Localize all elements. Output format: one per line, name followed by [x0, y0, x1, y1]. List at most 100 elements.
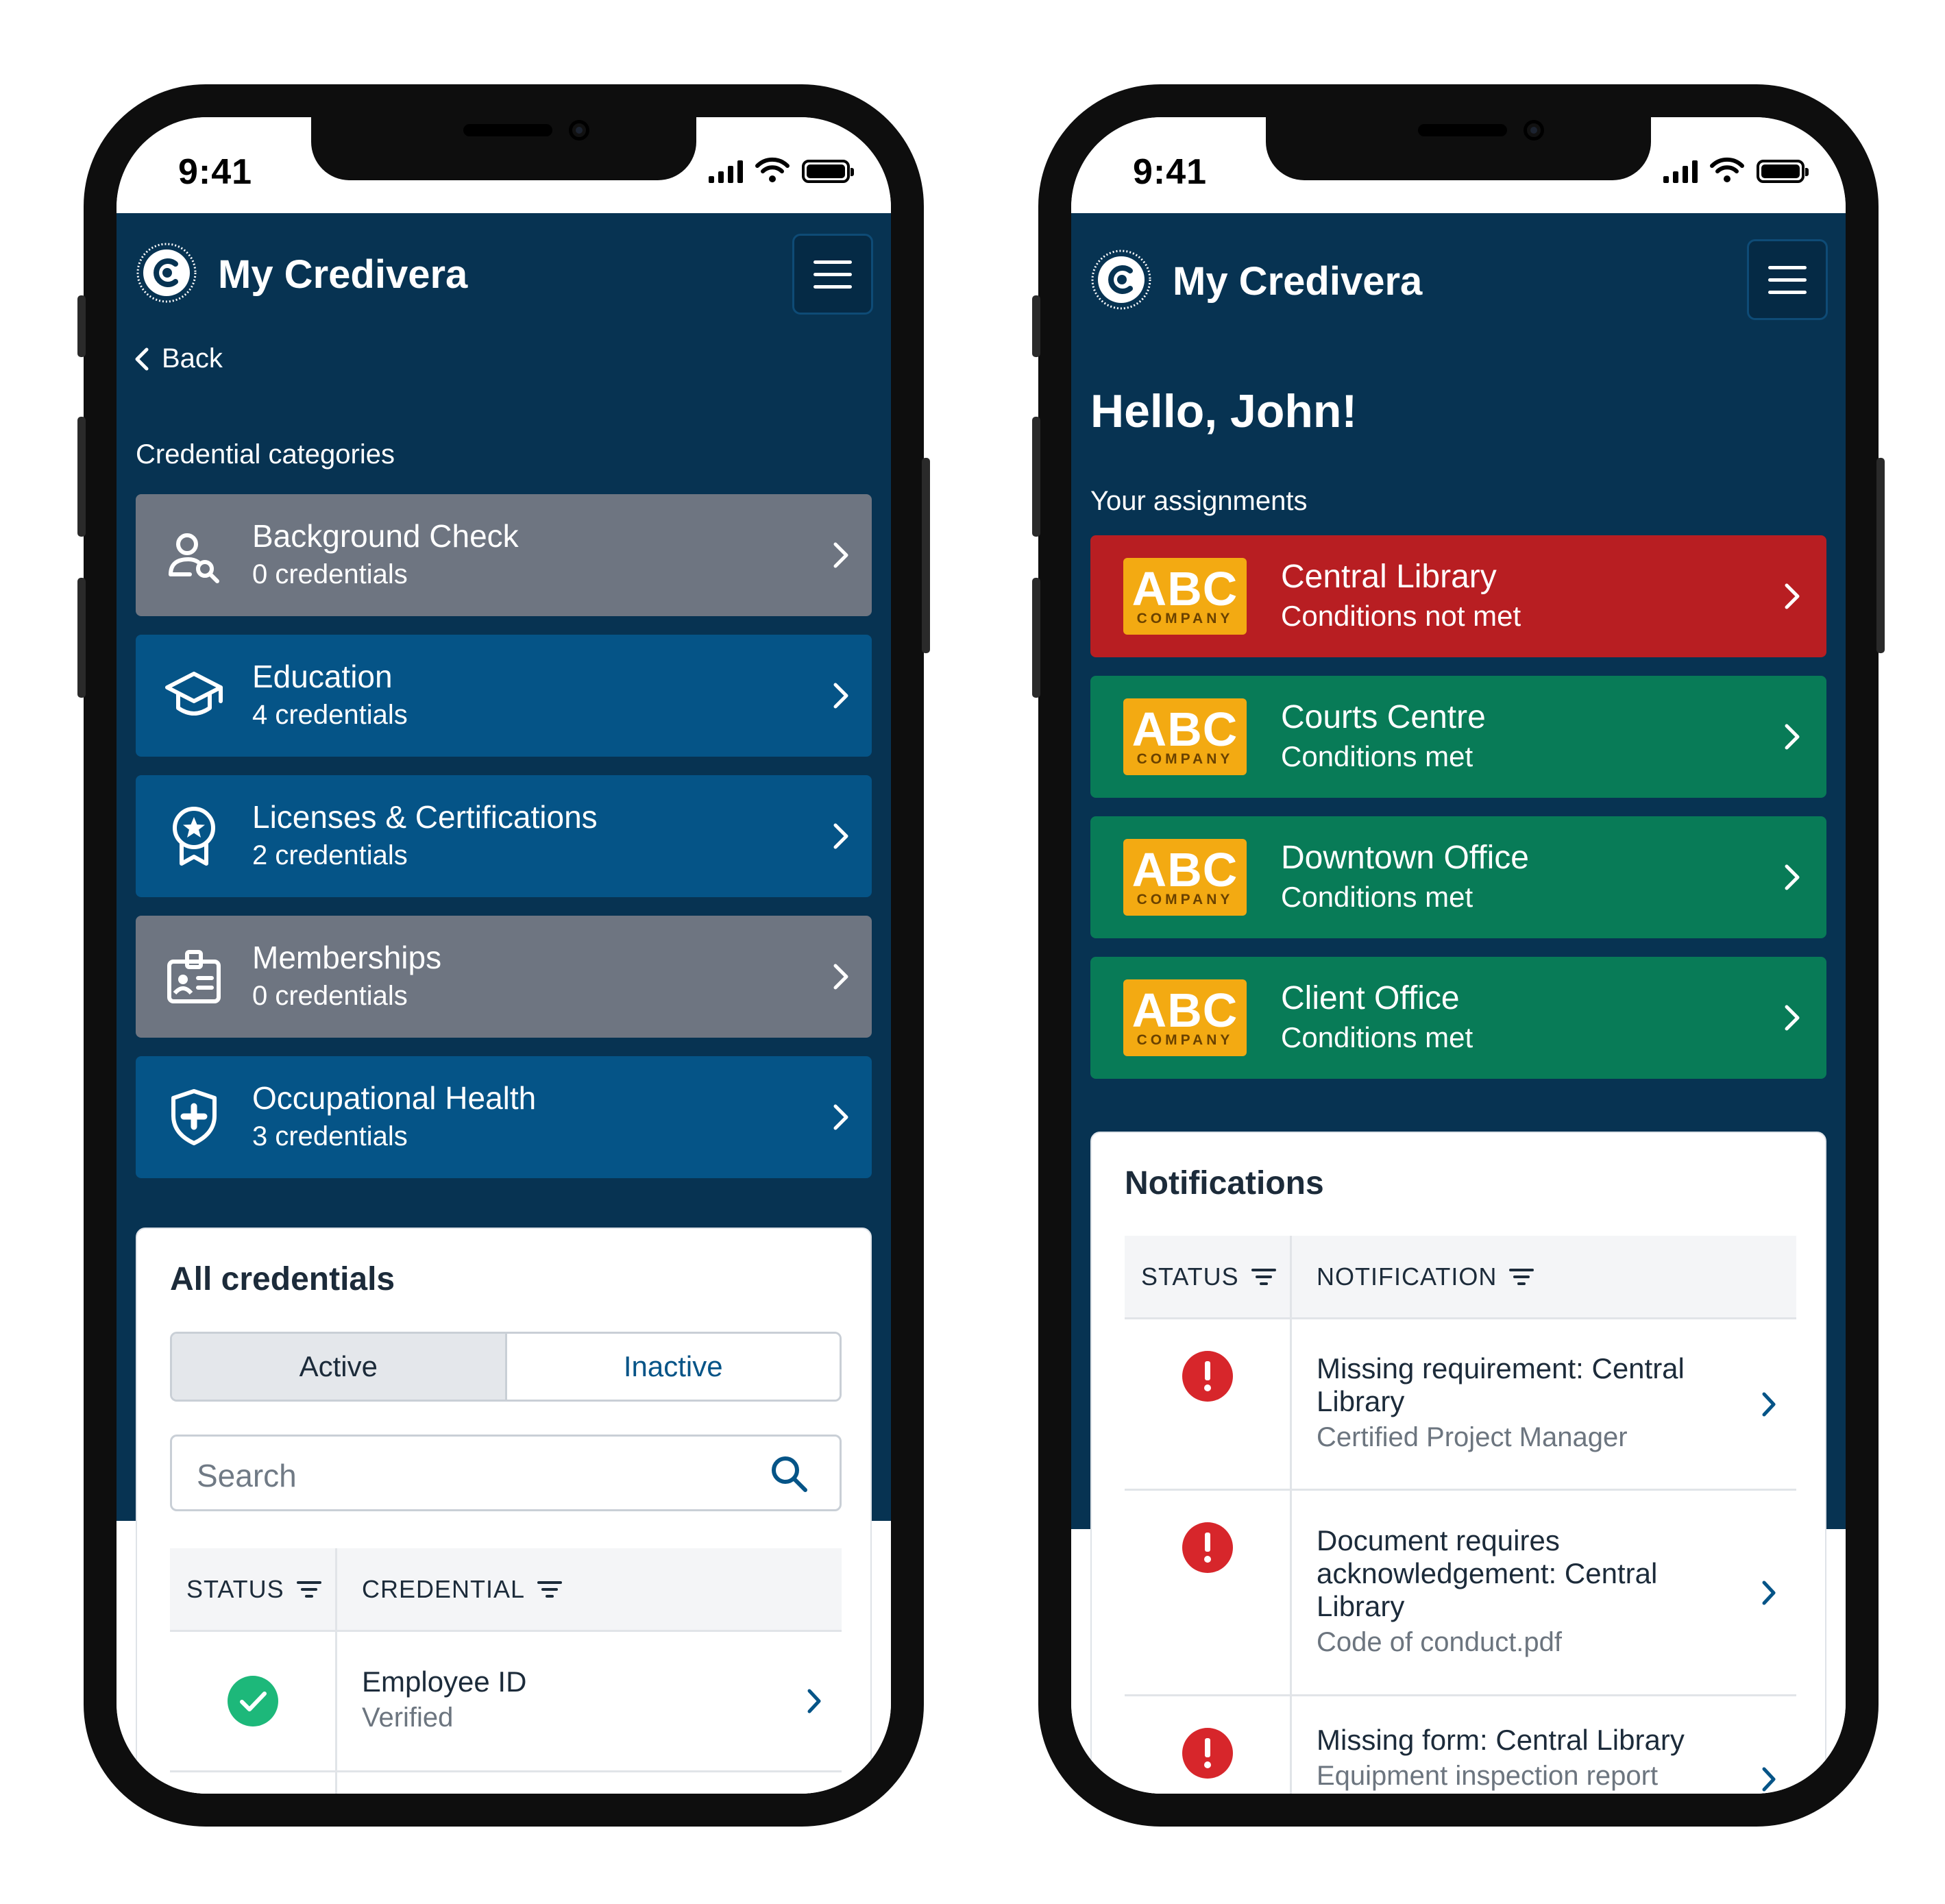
phone-frame-right: 9:41 My Credivera Hello, John! Your assi…	[1032, 84, 1885, 1827]
check-circle-icon	[227, 1676, 278, 1726]
back-button[interactable]: Back	[133, 343, 223, 374]
wifi-icon	[755, 157, 790, 182]
error-alert-icon	[1182, 1728, 1233, 1779]
chevron-right-icon	[833, 964, 848, 990]
wifi-icon	[1710, 157, 1744, 182]
row-detail: Certified Project Manager	[1317, 1421, 1628, 1452]
category-memberships[interactable]: Memberships 0 credentials	[136, 916, 872, 1038]
abc-company-logo: ABC COMPANY	[1123, 839, 1247, 916]
volume-up-button	[1032, 417, 1040, 537]
assignment-status: Conditions met	[1281, 881, 1473, 913]
status-time: 9:41	[178, 152, 253, 192]
abc-company-logo: ABC COMPANY	[1123, 698, 1247, 775]
category-background-check[interactable]: Background Check 0 credentials	[136, 494, 872, 616]
credivera-logo-icon[interactable]	[1090, 249, 1152, 310]
screen-right: 9:41 My Credivera Hello, John! Your assi…	[1071, 117, 1846, 1794]
screen-left: 9:41 My Credivera Back Credential catego…	[117, 117, 891, 1794]
chevron-right-icon	[1785, 583, 1800, 609]
battery-icon	[1757, 160, 1809, 183]
status-column-header[interactable]: STATUS	[170, 1548, 337, 1630]
assignment-status: Conditions met	[1281, 1021, 1473, 1053]
app-content: My Credivera Back Credential categories …	[117, 213, 891, 1794]
notification-column-header[interactable]: NOTIFICATION	[1292, 1236, 1534, 1317]
status-column-header[interactable]: STATUS	[1125, 1236, 1292, 1317]
hamburger-menu-button[interactable]	[1747, 239, 1828, 320]
error-alert-icon	[1182, 1522, 1233, 1573]
category-name: Occupational Health	[252, 1080, 537, 1116]
category-count: 0 credentials	[252, 981, 408, 1011]
assignment-status: Conditions not met	[1281, 600, 1521, 632]
category-count: 3 credentials	[252, 1121, 408, 1151]
category-name: Memberships	[252, 940, 442, 975]
chevron-right-icon	[1785, 1005, 1800, 1031]
table-row[interactable]: Employee ID Verified	[170, 1632, 842, 1772]
table-row[interactable]: Missing requirement: Central Library Cert…	[1125, 1319, 1796, 1491]
health-shield-icon	[171, 1089, 217, 1145]
search-icon[interactable]	[770, 1454, 809, 1494]
tab-active[interactable]: Active	[172, 1334, 507, 1400]
row-title: Employee ID	[362, 1665, 527, 1698]
graduation-cap-icon	[165, 672, 223, 716]
chevron-left-icon	[135, 347, 149, 370]
filter-icon[interactable]	[537, 1580, 563, 1598]
section-label: Your assignments	[1090, 486, 1308, 516]
category-name: Education	[252, 659, 393, 694]
filter-icon[interactable]	[1251, 1268, 1276, 1285]
row-title: Missing requirement: Central Library	[1317, 1352, 1685, 1417]
all-credentials-card: All credentials Active Inactive Search S…	[136, 1228, 872, 1794]
app-bar: My Credivera	[117, 213, 891, 337]
category-licenses-certifications[interactable]: Licenses & Certifications 2 credentials	[136, 775, 872, 897]
assignment-client-office[interactable]: ABC COMPANY Client Office Conditions met	[1090, 957, 1826, 1079]
chevron-right-icon	[833, 683, 848, 709]
table-row[interactable]	[170, 1772, 842, 1794]
chevron-right-icon	[1762, 1767, 1776, 1792]
power-button	[922, 458, 930, 653]
filter-icon[interactable]	[296, 1580, 321, 1598]
table-row[interactable]: Document requires acknowledgement: Centr…	[1125, 1491, 1796, 1696]
assignment-downtown-office[interactable]: ABC COMPANY Downtown Office Conditions met	[1090, 816, 1826, 938]
category-count: 2 credentials	[252, 840, 408, 870]
assignment-name: Client Office	[1281, 980, 1460, 1016]
assignment-status: Conditions met	[1281, 740, 1473, 772]
status-time: 9:41	[1133, 152, 1208, 192]
status-toggle: Active Inactive	[170, 1332, 842, 1402]
assignment-name: Downtown Office	[1281, 840, 1529, 876]
mute-switch	[77, 295, 86, 357]
category-education[interactable]: Education 4 credentials	[136, 635, 872, 757]
error-alert-icon	[1182, 1351, 1233, 1402]
chevron-right-icon	[807, 1689, 821, 1713]
assignment-central-library[interactable]: ABC COMPANY Central Library Conditions not…	[1090, 535, 1826, 657]
row-detail: Equipment inspection report	[1317, 1761, 1659, 1791]
category-name: Licenses & Certifications	[252, 799, 598, 835]
chevron-right-icon	[833, 542, 848, 568]
search-input[interactable]: Search	[170, 1435, 842, 1511]
credential-column-header[interactable]: CREDENTIAL	[337, 1548, 563, 1630]
assignment-courts-centre[interactable]: ABC COMPANY Courts Centre Conditions met	[1090, 676, 1826, 798]
category-name: Background Check	[252, 518, 519, 554]
id-badge-icon	[167, 950, 221, 1003]
assignment-name: Courts Centre	[1281, 699, 1486, 735]
cellular-signal-icon	[709, 158, 743, 183]
back-label: Back	[162, 343, 223, 374]
row-title: Missing form: Central Library	[1317, 1724, 1685, 1756]
filter-icon[interactable]	[1509, 1268, 1534, 1285]
category-count: 4 credentials	[252, 700, 408, 730]
abc-company-logo: ABC COMPANY	[1123, 979, 1247, 1056]
mute-switch	[1032, 295, 1040, 357]
table-row[interactable]: Missing form: Central Library Equipment i…	[1125, 1696, 1796, 1794]
chevron-right-icon	[1785, 724, 1800, 750]
chevron-right-icon	[1785, 864, 1800, 890]
person-search-icon	[169, 533, 219, 583]
tab-inactive[interactable]: Inactive	[506, 1334, 840, 1400]
notifications-card: Notifications STATUS NOTIFICATION Missin…	[1090, 1132, 1826, 1794]
notch	[1266, 117, 1651, 180]
hamburger-menu-button[interactable]	[792, 234, 873, 315]
app-title: My Credivera	[1173, 259, 1423, 304]
volume-up-button	[77, 417, 86, 537]
credivera-logo-icon[interactable]	[136, 242, 197, 304]
abc-company-logo: ABC COMPANY	[1123, 558, 1247, 635]
card-title: Notifications	[1125, 1165, 1324, 1201]
power-button	[1876, 458, 1885, 653]
category-occupational-health[interactable]: Occupational Health 3 credentials	[136, 1056, 872, 1178]
search-placeholder: Search	[197, 1458, 297, 1493]
